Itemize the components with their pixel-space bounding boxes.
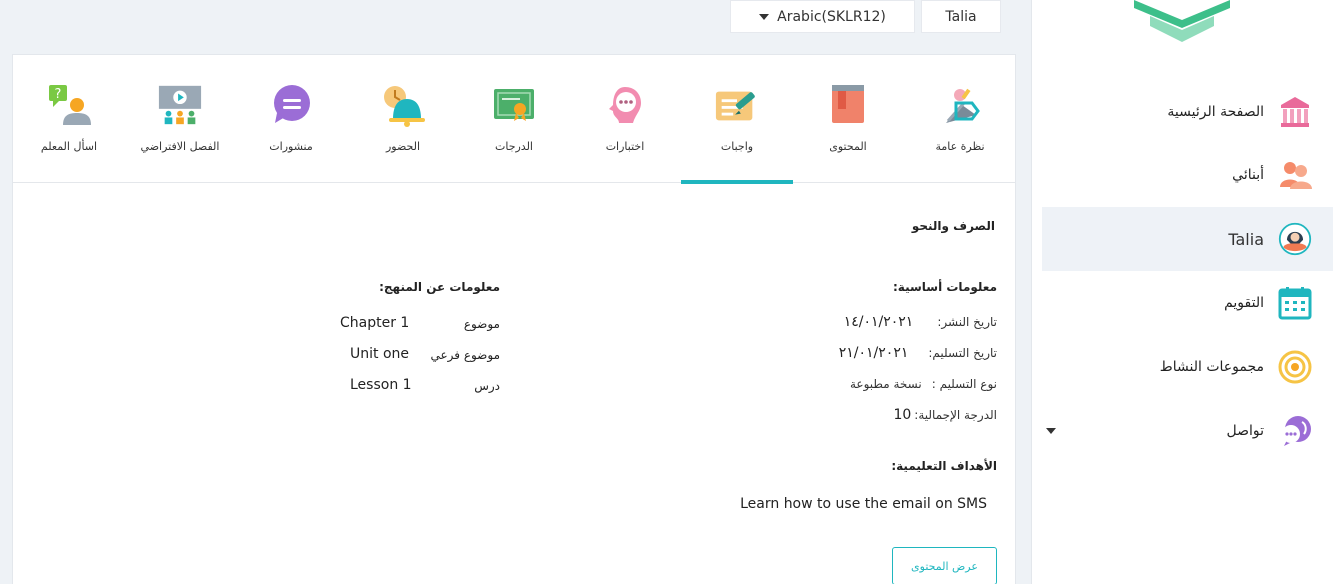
basic-info-title: معلومات أساسية: <box>893 280 997 294</box>
course-tabs: نظرة عامة المحتوى واجبات اختبارات الدرجا… <box>13 55 1016 184</box>
subtopic-label: موضوع فرعي <box>430 348 500 362</box>
course-selector-label: Arabic(SKLR12) <box>777 8 886 25</box>
sidebar-item-label: الصفحة الرئيسية <box>1167 104 1264 120</box>
children-icon <box>1278 158 1312 192</box>
delivery-type-label: نوع التسليم : <box>931 377 997 391</box>
sidebar-item-calendar[interactable]: التقويم <box>1042 271 1333 335</box>
tab-virtual-class[interactable]: الفصل الافتراضي <box>124 55 236 183</box>
topic-row: موضوع Chapter 1 <box>340 315 500 335</box>
tab-label: الفصل الافتراضي <box>140 140 220 153</box>
tab-label: الحضور <box>385 140 421 153</box>
quiz-icon <box>602 83 648 127</box>
sidebar-item-home[interactable]: الصفحة الرئيسية <box>1042 80 1333 144</box>
bell-clock-icon <box>380 83 426 127</box>
ask-teacher-icon: ? <box>46 83 92 127</box>
tab-label: اسأل المعلم <box>40 140 98 153</box>
assignment-details: الصرف والنحو معلومات أساسية: تاريخ النشر… <box>13 183 1015 584</box>
sidebar: الصفحة الرئيسية أبنائي Talia التقويم مجم… <box>1031 0 1333 584</box>
sidebar-item-label: Talia <box>1228 229 1264 249</box>
tab-posts[interactable]: منشورات <box>235 55 347 183</box>
communication-icon <box>1278 414 1312 448</box>
sidebar-item-communication[interactable]: تواصل <box>1042 399 1333 463</box>
tab-label: الدرجات <box>494 140 533 153</box>
student-avatar-icon <box>1278 222 1312 256</box>
tab-label: المحتوى <box>829 140 867 153</box>
delivery-type-row: نوع التسليم : نسخة مطبوعة <box>850 377 997 391</box>
publish-date-row: تاريخ النشر: ١٤/٠١/٢٠٢١ <box>844 314 997 330</box>
tab-attendance[interactable]: الحضور <box>347 55 459 183</box>
certificate-icon <box>491 83 537 127</box>
chevron-down-icon <box>759 13 770 20</box>
sidebar-item-student-talia[interactable]: Talia <box>1042 207 1333 271</box>
curriculum-info-title: معلومات عن المنهج: <box>379 280 500 294</box>
tab-quizzes[interactable]: اختبارات <box>569 55 681 183</box>
due-date-value: ٢١/٠١/٢٠٢١ <box>838 345 909 361</box>
learning-goal-text: Learn how to use the email on SMS <box>740 496 987 512</box>
chevron-down-icon[interactable] <box>1046 428 1056 434</box>
tab-grades[interactable]: الدرجات <box>458 55 570 183</box>
school-building-icon <box>1278 95 1312 129</box>
tab-label: واجبات <box>720 140 754 153</box>
subject-title: الصرف والنحو <box>911 219 995 233</box>
sidebar-item-label: تواصل <box>1226 423 1264 439</box>
child-selector-label: Talia <box>945 8 977 25</box>
total-grade-label: الدرجة الإجمالية: <box>914 408 997 422</box>
total-grade-value: 10 <box>893 407 912 423</box>
child-selector[interactable]: Talia <box>921 0 1001 33</box>
lesson-row: درس Lesson 1 <box>340 377 500 397</box>
tab-label: نظرة عامة <box>935 140 985 153</box>
tab-content[interactable]: المحتوى <box>792 55 904 183</box>
tab-label: اختبارات <box>605 140 645 153</box>
view-content-button[interactable]: عرض المحتوى <box>892 547 997 584</box>
delivery-type-value: نسخة مطبوعة <box>849 377 922 391</box>
lesson-label: درس <box>474 379 500 393</box>
subtopic-value: Unit one <box>350 346 410 362</box>
total-grade-row: الدرجة الإجمالية: 10 <box>893 407 997 423</box>
lesson-value: Lesson 1 <box>350 377 412 393</box>
tab-overview[interactable]: نظرة عامة <box>904 55 1016 183</box>
overview-icon <box>937 83 983 127</box>
sidebar-item-activity-groups[interactable]: مجموعات النشاط <box>1042 335 1333 399</box>
activity-groups-icon <box>1278 350 1312 384</box>
publish-date-value: ١٤/٠١/٢٠٢١ <box>843 314 914 330</box>
sidebar-item-label: التقويم <box>1224 295 1264 311</box>
subtopic-row: موضوع فرعي Unit one <box>340 346 500 366</box>
due-date-label: تاريخ التسليم: <box>928 346 997 360</box>
topic-value: Chapter 1 <box>340 315 410 331</box>
sidebar-item-label: أبنائي <box>1232 167 1264 183</box>
assignment-card: نظرة عامة المحتوى واجبات اختبارات الدرجا… <box>12 54 1016 584</box>
calendar-icon <box>1278 286 1312 320</box>
virtual-class-icon <box>157 83 203 127</box>
course-selector[interactable]: Arabic(SKLR12) <box>730 0 915 33</box>
learning-goals-title: الأهداف التعليمية: <box>891 459 997 473</box>
tab-label: منشورات <box>269 140 313 153</box>
sidebar-item-label: مجموعات النشاط <box>1159 359 1264 375</box>
due-date-row: تاريخ التسليم: ٢١/٠١/٢٠٢١ <box>839 345 997 361</box>
book-icon <box>825 83 871 127</box>
tab-ask-teacher[interactable]: ? اسأل المعلم <box>13 55 125 183</box>
chat-bubble-icon <box>268 83 314 127</box>
publish-date-label: تاريخ النشر: <box>937 315 997 329</box>
tab-homework[interactable]: واجبات <box>681 55 793 184</box>
sidebar-item-my-children[interactable]: أبنائي <box>1042 143 1333 207</box>
homework-icon <box>714 83 760 127</box>
topic-label: موضوع <box>463 317 500 331</box>
top-bar: Arabic(SKLR12) Talia <box>730 0 1001 33</box>
school-logo-icon <box>1130 0 1234 48</box>
svg-text:?: ? <box>55 87 62 102</box>
